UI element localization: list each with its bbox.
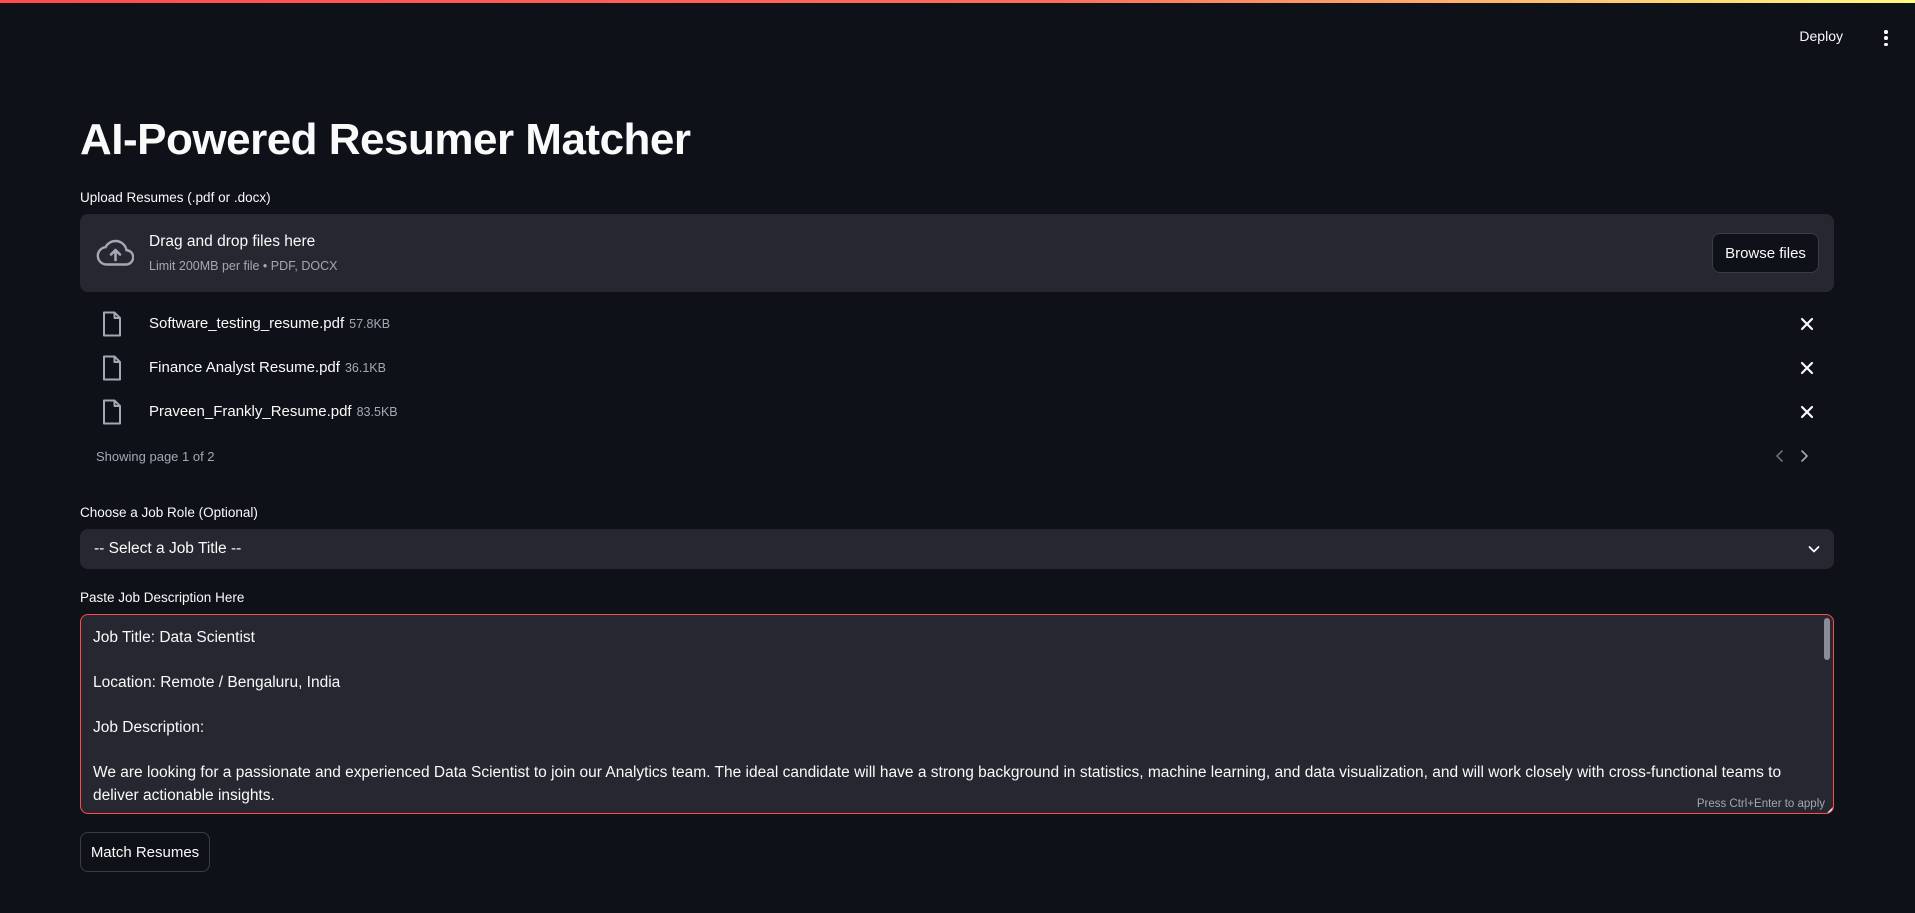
chevron-right-icon[interactable] (1796, 448, 1812, 464)
pagination-text: Showing page 1 of 2 (96, 449, 215, 464)
file-name-text: Finance Analyst Resume.pdf (149, 359, 340, 376)
job-description-textarea[interactable]: Job Title: Data Scientist Location: Remo… (80, 614, 1834, 814)
page-title: AI-Powered Resumer Matcher (80, 115, 691, 164)
job-description-text: Job Title: Data Scientist Location: Remo… (93, 629, 1782, 804)
file-size: 57.8KB (349, 317, 391, 331)
uploaded-file-row: Praveen_Frankly_Resume.pdf 83.5KB (80, 395, 1834, 429)
apply-hint: Press Ctrl+Enter to apply (1692, 798, 1825, 810)
dropzone-limit: Limit 200MB per file • PDF, DOCX (149, 259, 338, 273)
close-icon[interactable] (1798, 359, 1816, 377)
file-name: Software_testing_resume.pdf 57.8KB (149, 315, 390, 332)
browse-files-button[interactable]: Browse files (1712, 233, 1819, 273)
file-size: 83.5KB (356, 405, 398, 419)
job-role-selected-value: -- Select a Job Title -- (94, 540, 242, 557)
match-resumes-button[interactable]: Match Resumes (80, 832, 210, 872)
close-icon[interactable] (1798, 403, 1816, 421)
file-name-text: Software_testing_resume.pdf (149, 315, 345, 332)
chevron-left-icon[interactable] (1772, 448, 1788, 464)
uploaded-file-row: Finance Analyst Resume.pdf 36.1KB (80, 351, 1834, 385)
deploy-button[interactable]: Deploy (1799, 28, 1843, 44)
job-role-label: Choose a Job Role (Optional) (80, 505, 258, 520)
dropzone-title: Drag and drop files here (149, 233, 316, 250)
job-role-select[interactable]: -- Select a Job Title -- (80, 529, 1834, 569)
chevron-down-icon (1808, 546, 1820, 553)
file-name: Finance Analyst Resume.pdf 36.1KB (149, 359, 386, 376)
job-description-label: Paste Job Description Here (80, 590, 245, 605)
cloud-upload-icon (96, 239, 134, 266)
textarea-scrollbar[interactable] (1824, 618, 1830, 660)
file-icon (103, 399, 121, 425)
uploaded-file-row: Software_testing_resume.pdf 57.8KB (80, 307, 1834, 341)
close-icon[interactable] (1798, 315, 1816, 333)
kebab-menu-icon[interactable] (1883, 30, 1889, 46)
file-icon (103, 355, 121, 381)
resize-handle[interactable] (1827, 807, 1833, 813)
file-name: Praveen_Frankly_Resume.pdf 83.5KB (149, 403, 398, 420)
file-size: 36.1KB (344, 361, 386, 375)
file-dropzone[interactable]: Drag and drop files here Limit 200MB per… (80, 214, 1834, 292)
upload-label: Upload Resumes (.pdf or .docx) (80, 190, 271, 205)
file-name-text: Praveen_Frankly_Resume.pdf (149, 403, 352, 420)
app-header: Deploy (0, 3, 1915, 73)
file-icon (103, 311, 121, 337)
